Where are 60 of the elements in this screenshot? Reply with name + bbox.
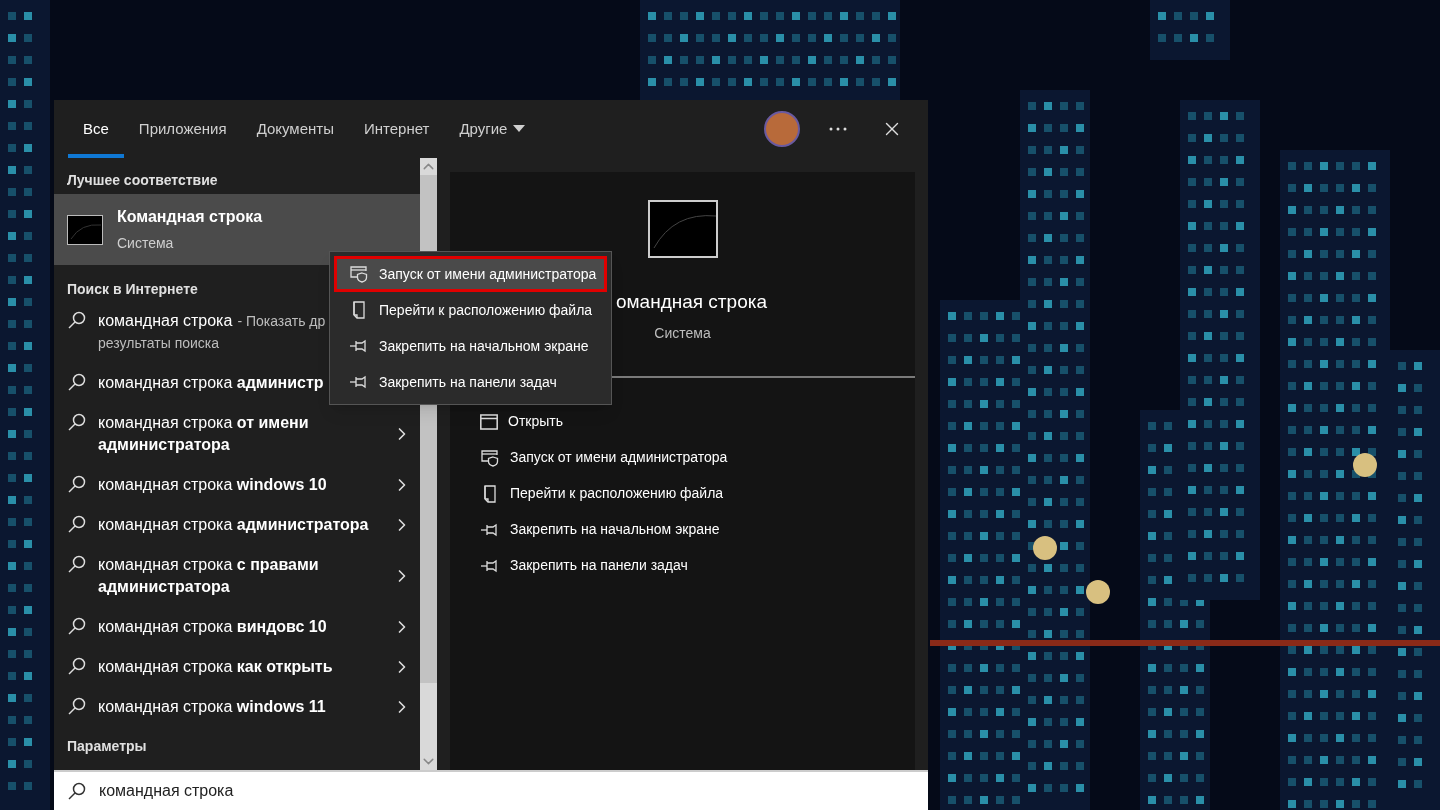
tab[interactable]: Интернет: [348, 100, 445, 158]
result-text: командная строка windows 10: [98, 475, 327, 495]
menu-item[interactable]: Запуск от имени администратора: [334, 256, 607, 292]
web-search-result[interactable]: командная строка windows 10: [54, 465, 420, 505]
app-title: омандная строка: [614, 290, 767, 314]
action-item[interactable]: Закрепить на начальном экране: [480, 511, 915, 548]
result-text: командная строка виндовс 10: [98, 617, 327, 637]
search-input[interactable]: командная строка: [99, 779, 928, 803]
action-item[interactable]: Запуск от имени администратора: [480, 439, 915, 476]
caret-down-icon: [513, 125, 526, 133]
best-match-item[interactable]: Командная строка Система: [54, 194, 420, 265]
result-note: - Показать др: [237, 312, 326, 331]
section-heading: Параметры: [67, 738, 147, 754]
terminal-icon: [67, 214, 103, 245]
search-icon: [67, 474, 87, 494]
search-icon: [67, 554, 87, 574]
search-icon: [67, 696, 87, 716]
tab[interactable]: Все: [68, 100, 124, 158]
terminal-icon: [647, 200, 718, 258]
result-text: командная строка как открыть: [98, 657, 333, 677]
web-search-result[interactable]: командная строка администратора: [54, 505, 420, 545]
result-text: командная строка администр: [98, 373, 324, 393]
result-text: командная строка от имени администратора: [98, 413, 310, 455]
search-icon: [67, 514, 87, 534]
app-title: Командная строка: [117, 207, 263, 227]
result-text: командная строка администратора: [98, 515, 369, 535]
menu-item[interactable]: Закрепить на панели задач: [334, 364, 607, 400]
app-subtitle: Система: [654, 323, 711, 343]
tab[interactable]: Приложения: [123, 100, 242, 158]
search-field[interactable]: командная строка: [54, 770, 928, 810]
web-search-result[interactable]: командная строка windows 11: [54, 687, 420, 727]
web-search-result[interactable]: командная строка виндовс 10: [54, 607, 420, 647]
section-heading: Поиск в Интернете: [67, 281, 198, 297]
action-item[interactable]: Перейти к расположению файла: [480, 475, 915, 512]
search-icon: [67, 372, 87, 392]
search-icon: [67, 656, 87, 676]
avatar[interactable]: [764, 111, 800, 147]
app-subtitle: Система: [117, 234, 175, 253]
section-heading: Лучшее соответствие: [67, 172, 218, 188]
web-search-result[interactable]: командная строка от имени администратора: [54, 403, 420, 465]
result-text: командная строка с правами администратора: [98, 555, 320, 597]
result-text: командная строка windows 11: [98, 697, 326, 717]
tab[interactable]: Другие: [444, 100, 541, 158]
search-icon: [67, 616, 87, 636]
web-search-result[interactable]: командная строка с правами администратора: [54, 545, 420, 607]
window-icon: [480, 413, 498, 430]
action-item[interactable]: Открыть: [480, 403, 915, 440]
search-icon: [67, 781, 87, 801]
menu-item[interactable]: Закрепить на начальном экране: [334, 328, 607, 364]
search-icon: [67, 310, 87, 330]
action-item[interactable]: Закрепить на панели задач: [480, 547, 915, 584]
search-icon: [67, 412, 87, 432]
result-note: результаты поиска: [98, 334, 220, 353]
shield-window-icon: [349, 264, 369, 284]
result-text: командная строка: [98, 311, 233, 331]
shield-window-icon: [480, 447, 500, 468]
web-search-result[interactable]: командная строка как открыть: [54, 647, 420, 687]
menu-item[interactable]: Перейти к расположению файла: [334, 292, 607, 328]
more-icon: [829, 127, 847, 131]
tab[interactable]: Документы: [241, 100, 349, 158]
